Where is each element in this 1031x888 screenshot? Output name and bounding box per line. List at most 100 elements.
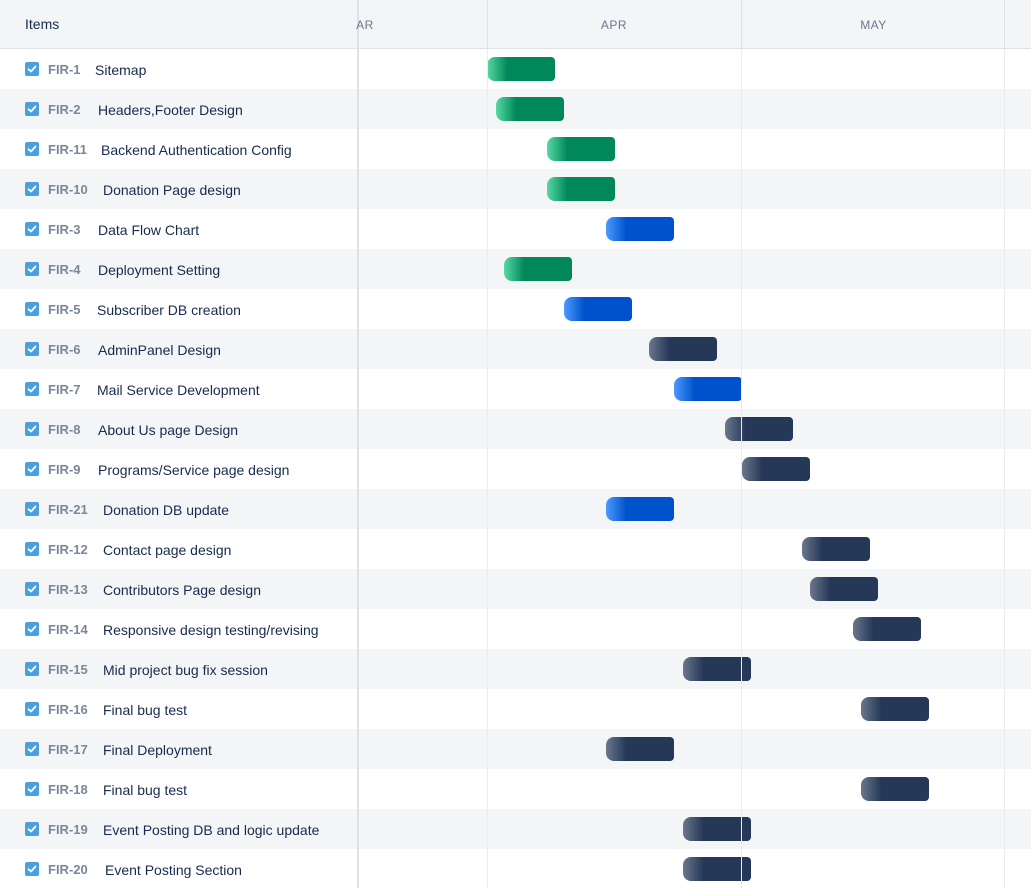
issue-row-label[interactable]: FIR-8 About Us page Design bbox=[0, 409, 359, 449]
issue-row-label[interactable]: FIR-20 Event Posting Section bbox=[0, 849, 359, 888]
issue-row[interactable]: FIR-18 Final bug test bbox=[0, 769, 1031, 809]
issue-key[interactable]: FIR-15 bbox=[48, 662, 88, 677]
issue-row-label[interactable]: FIR-10 Donation Page design bbox=[0, 169, 359, 209]
issue-row[interactable]: FIR-16 Final bug test bbox=[0, 689, 1031, 729]
schedule-bar[interactable] bbox=[674, 377, 742, 401]
issue-key[interactable]: FIR-6 bbox=[48, 342, 81, 357]
issue-row[interactable]: FIR-4 Deployment Setting bbox=[0, 249, 1031, 289]
issue-key[interactable]: FIR-11 bbox=[48, 142, 87, 157]
issue-row[interactable]: FIR-10 Donation Page design bbox=[0, 169, 1031, 209]
issue-row-label[interactable]: FIR-15 Mid project bug fix session bbox=[0, 649, 359, 689]
issue-row[interactable]: FIR-19 Event Posting DB and logic update bbox=[0, 809, 1031, 849]
issue-summary[interactable]: Deployment Setting bbox=[98, 262, 220, 278]
issue-key[interactable]: FIR-7 bbox=[48, 382, 81, 397]
issue-key[interactable]: FIR-1 bbox=[48, 62, 81, 77]
issue-key[interactable]: FIR-2 bbox=[48, 102, 81, 117]
issue-row-label[interactable]: FIR-7 Mail Service Development bbox=[0, 369, 359, 409]
issue-row-label[interactable]: FIR-4 Deployment Setting bbox=[0, 249, 359, 289]
issue-row[interactable]: FIR-1 Sitemap bbox=[0, 49, 1031, 89]
issue-row-label[interactable]: FIR-1 Sitemap bbox=[0, 49, 359, 89]
schedule-bar[interactable] bbox=[606, 737, 674, 761]
issue-key[interactable]: FIR-18 bbox=[48, 782, 88, 797]
issue-row-label[interactable]: FIR-2 Headers,Footer Design bbox=[0, 89, 359, 129]
issue-row[interactable]: FIR-13 Contributors Page design bbox=[0, 569, 1031, 609]
issue-row-label[interactable]: FIR-17 Final Deployment bbox=[0, 729, 359, 769]
issue-summary[interactable]: Contributors Page design bbox=[103, 582, 261, 598]
issue-key[interactable]: FIR-10 bbox=[48, 182, 88, 197]
issue-row-label[interactable]: FIR-18 Final bug test bbox=[0, 769, 359, 809]
schedule-bar[interactable] bbox=[547, 137, 615, 161]
issue-key[interactable]: FIR-8 bbox=[48, 422, 81, 437]
issue-row-label[interactable]: FIR-19 Event Posting DB and logic update bbox=[0, 809, 359, 849]
schedule-bar[interactable] bbox=[547, 177, 615, 201]
issue-row[interactable]: FIR-8 About Us page Design bbox=[0, 409, 1031, 449]
issue-summary[interactable]: AdminPanel Design bbox=[98, 342, 221, 358]
issue-row-label[interactable]: FIR-9 Programs/Service page design bbox=[0, 449, 359, 489]
issue-summary[interactable]: Responsive design testing/revising bbox=[103, 622, 319, 638]
schedule-bar[interactable] bbox=[496, 97, 564, 121]
issue-row[interactable]: FIR-11 Backend Authentication Config bbox=[0, 129, 1031, 169]
issue-summary[interactable]: Final Deployment bbox=[103, 742, 212, 758]
issue-summary[interactable]: Final bug test bbox=[103, 702, 187, 718]
issue-summary[interactable]: Event Posting DB and logic update bbox=[103, 822, 319, 838]
issue-key[interactable]: FIR-21 bbox=[48, 502, 88, 517]
issue-row[interactable]: FIR-7 Mail Service Development bbox=[0, 369, 1031, 409]
issue-summary[interactable]: Contact page design bbox=[103, 542, 231, 558]
issue-row[interactable]: FIR-14 Responsive design testing/revising bbox=[0, 609, 1031, 649]
issue-key[interactable]: FIR-20 bbox=[48, 862, 88, 877]
issue-summary[interactable]: Programs/Service page design bbox=[98, 462, 289, 478]
issue-row[interactable]: FIR-15 Mid project bug fix session bbox=[0, 649, 1031, 689]
issue-summary[interactable]: Subscriber DB creation bbox=[97, 302, 241, 318]
issue-row-label[interactable]: FIR-14 Responsive design testing/revising bbox=[0, 609, 359, 649]
schedule-bar[interactable] bbox=[606, 497, 674, 521]
issue-summary[interactable]: About Us page Design bbox=[98, 422, 238, 438]
schedule-bar[interactable] bbox=[802, 537, 870, 561]
issue-row-label[interactable]: FIR-11 Backend Authentication Config bbox=[0, 129, 359, 169]
issue-summary[interactable]: Mail Service Development bbox=[97, 382, 260, 398]
issue-key[interactable]: FIR-19 bbox=[48, 822, 88, 837]
schedule-bar[interactable] bbox=[861, 697, 929, 721]
issue-row-label[interactable]: FIR-16 Final bug test bbox=[0, 689, 359, 729]
issue-key[interactable]: FIR-3 bbox=[48, 222, 81, 237]
schedule-bar[interactable] bbox=[810, 577, 878, 601]
issue-key[interactable]: FIR-16 bbox=[48, 702, 88, 717]
issue-summary[interactable]: Donation DB update bbox=[103, 502, 229, 518]
issue-row-label[interactable]: FIR-13 Contributors Page design bbox=[0, 569, 359, 609]
issue-row-label[interactable]: FIR-12 Contact page design bbox=[0, 529, 359, 569]
issue-summary[interactable]: Final bug test bbox=[103, 782, 187, 798]
issue-row[interactable]: FIR-17 Final Deployment bbox=[0, 729, 1031, 769]
issue-summary[interactable]: Data Flow Chart bbox=[98, 222, 199, 238]
issue-summary[interactable]: Mid project bug fix session bbox=[103, 662, 268, 678]
schedule-bar[interactable] bbox=[487, 57, 555, 81]
issue-summary[interactable]: Donation Page design bbox=[103, 182, 241, 198]
schedule-bar[interactable] bbox=[853, 617, 921, 641]
issue-row-label[interactable]: FIR-3 Data Flow Chart bbox=[0, 209, 359, 249]
issue-summary[interactable]: Backend Authentication Config bbox=[101, 142, 292, 158]
issue-row-label[interactable]: FIR-21 Donation DB update bbox=[0, 489, 359, 529]
issue-summary[interactable]: Event Posting Section bbox=[105, 862, 242, 878]
issue-row[interactable]: FIR-2 Headers,Footer Design bbox=[0, 89, 1031, 129]
issue-key[interactable]: FIR-5 bbox=[48, 302, 81, 317]
schedule-bar[interactable] bbox=[649, 337, 717, 361]
issue-key[interactable]: FIR-14 bbox=[48, 622, 88, 637]
issue-row[interactable]: FIR-9 Programs/Service page design bbox=[0, 449, 1031, 489]
issue-summary[interactable]: Sitemap bbox=[95, 62, 146, 78]
issue-key[interactable]: FIR-17 bbox=[48, 742, 88, 757]
issue-key[interactable]: FIR-13 bbox=[48, 582, 88, 597]
issue-key[interactable]: FIR-9 bbox=[48, 462, 81, 477]
issue-key[interactable]: FIR-4 bbox=[48, 262, 81, 277]
issue-row[interactable]: FIR-5 Subscriber DB creation bbox=[0, 289, 1031, 329]
issue-row[interactable]: FIR-6 AdminPanel Design bbox=[0, 329, 1031, 369]
issue-key[interactable]: FIR-12 bbox=[48, 542, 88, 557]
schedule-bar[interactable] bbox=[725, 417, 793, 441]
schedule-bar[interactable] bbox=[742, 457, 810, 481]
issue-row[interactable]: FIR-20 Event Posting Section bbox=[0, 849, 1031, 888]
issue-row[interactable]: FIR-3 Data Flow Chart bbox=[0, 209, 1031, 249]
issue-row[interactable]: FIR-21 Donation DB update bbox=[0, 489, 1031, 529]
issue-row[interactable]: FIR-12 Contact page design bbox=[0, 529, 1031, 569]
schedule-bar[interactable] bbox=[504, 257, 572, 281]
schedule-bar[interactable] bbox=[606, 217, 674, 241]
schedule-bar[interactable] bbox=[861, 777, 929, 801]
issue-row-label[interactable]: FIR-6 AdminPanel Design bbox=[0, 329, 359, 369]
schedule-bar[interactable] bbox=[564, 297, 632, 321]
